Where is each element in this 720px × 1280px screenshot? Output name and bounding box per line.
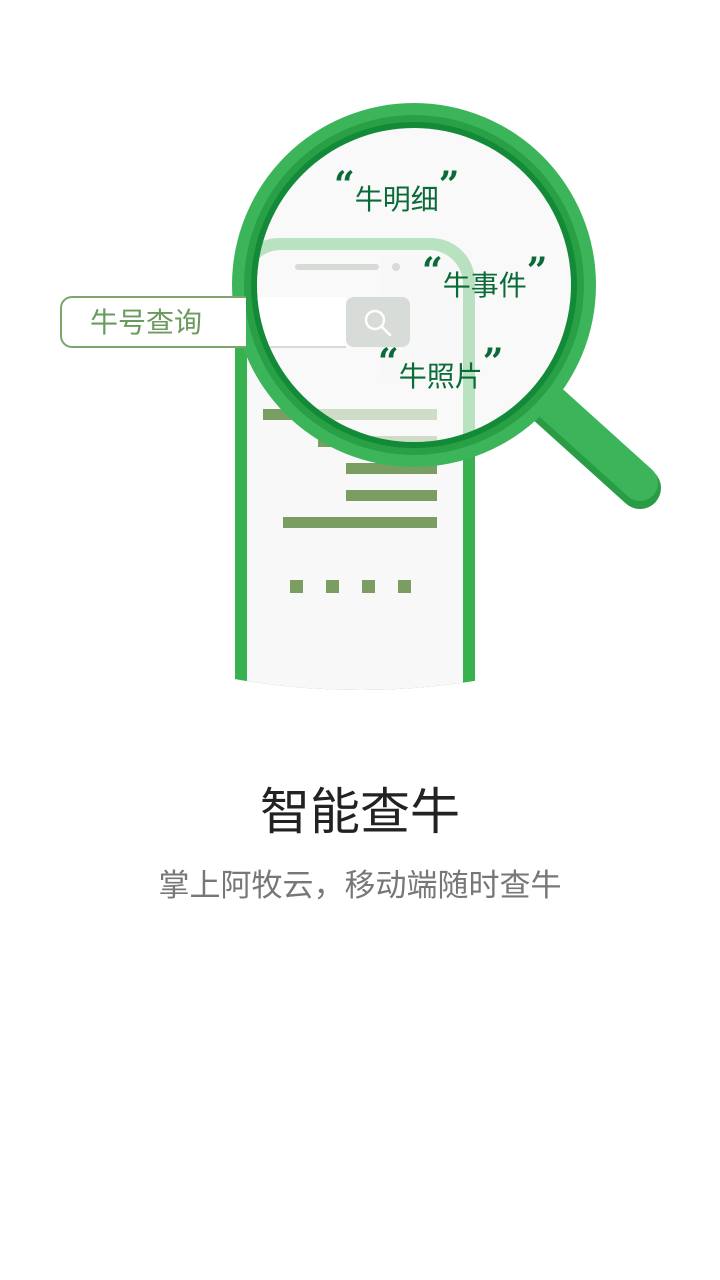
intro-illustration: 牛号查询 “牛明细” “牛事件” “牛照片” <box>0 0 720 720</box>
search-input-illustration: 牛号查询 <box>60 296 246 348</box>
label-cow-events: “牛事件” <box>422 250 548 302</box>
label-cow-details: “牛明细” <box>334 164 460 216</box>
intro-title: 智能查牛 <box>260 783 460 841</box>
search-placeholder: 牛号查询 <box>90 306 203 339</box>
intro-subtitle: 掌上阿牧云，移动端随时查牛 <box>158 868 562 904</box>
label-cow-photos: “牛照片” <box>378 341 504 393</box>
phone-magnifier-graphic <box>232 103 661 690</box>
